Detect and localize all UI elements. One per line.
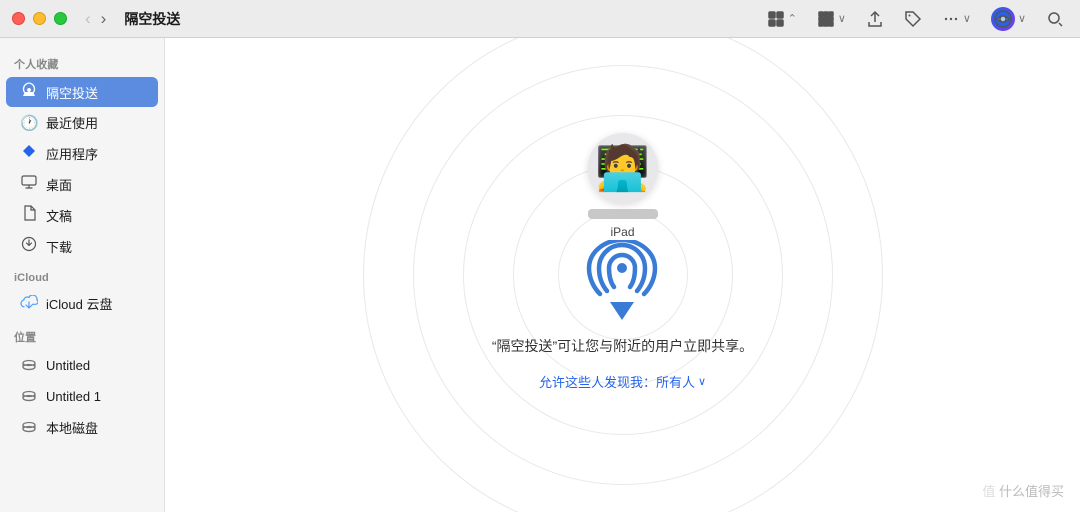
discover-label: 允许这些人发现我：所有人 (539, 372, 695, 391)
sidebar-item-documents[interactable]: 文稿 (6, 200, 158, 230)
sidebar-item-desktop-label: 桌面 (46, 175, 72, 194)
content-area: 🧑‍💻 iPad (165, 38, 1080, 512)
sidebar-item-downloads[interactable]: 下载 (6, 231, 158, 261)
drive-icon-1 (20, 355, 38, 375)
icloud-icon (20, 295, 38, 313)
user-globe-icon (994, 10, 1012, 28)
sidebar-item-icloud-label: iCloud 云盘 (46, 294, 112, 313)
device-name-redacted (588, 209, 658, 219)
view-options-button[interactable]: ∨ (813, 8, 850, 30)
downloads-icon (20, 236, 38, 256)
toolbar-actions: ⌃ ∨ (763, 5, 1068, 33)
avatar (991, 7, 1015, 31)
airdrop-icon-large (582, 240, 662, 320)
sidebar-item-airdrop[interactable]: 隔空投送 (6, 77, 158, 107)
search-button[interactable] (1042, 8, 1068, 30)
sidebar-item-localdisk-label: 本地磁盘 (46, 418, 98, 437)
sidebar-item-recents-label: 最近使用 (46, 113, 98, 132)
sidebar-item-untitled-label: Untitled (46, 358, 90, 373)
sidebar-item-recents[interactable]: 🕐 最近使用 (6, 108, 158, 137)
view-chevron-icon: ⌃ (788, 12, 797, 25)
nav-arrows: ‹ › (83, 10, 108, 27)
user-avatar-button[interactable]: ∨ (987, 5, 1030, 33)
watermark: 值 什么值得买 (982, 481, 1064, 500)
airdrop-description: “隔空投送”可让您与附近的用户立即共享。 (492, 336, 753, 356)
search-icon (1046, 10, 1064, 28)
tag-button[interactable] (900, 8, 926, 30)
sidebar-item-local-disk[interactable]: 本地磁盘 (6, 412, 158, 442)
sidebar-item-applications[interactable]: 应用程序 (6, 138, 158, 168)
share-icon (866, 10, 884, 28)
more-icon (942, 10, 960, 28)
window-title: 隔空投送 (124, 9, 762, 29)
view2-chevron-icon: ∨ (838, 12, 846, 25)
documents-icon (20, 205, 38, 225)
title-bar: ‹ › 隔空投送 ⌃ (0, 0, 1080, 38)
more-chevron-icon: ∨ (963, 12, 971, 25)
grid2-icon (817, 10, 835, 28)
drive-icon-2 (20, 386, 38, 406)
section-locations-label: 位置 (0, 319, 164, 349)
sidebar-item-docs-label: 文稿 (46, 206, 72, 225)
section-icloud-label: iCloud (0, 262, 164, 288)
close-button[interactable] (12, 12, 25, 25)
airdrop-icon (20, 82, 38, 102)
sidebar-item-downloads-label: 下载 (46, 237, 72, 256)
device-bubble: 🧑‍💻 iPad (588, 133, 658, 239)
discover-link[interactable]: 允许这些人发现我：所有人 ∨ (539, 372, 706, 391)
drive-icon-3 (20, 417, 38, 437)
sidebar-item-icloud-drive[interactable]: iCloud 云盘 (6, 289, 158, 318)
sidebar-item-airdrop-label: 隔空投送 (46, 83, 98, 102)
device-emoji: 🧑‍💻 (595, 142, 650, 194)
sidebar-item-untitled[interactable]: Untitled (6, 350, 158, 380)
traffic-lights (12, 12, 67, 25)
watermark-text: 什么值得买 (999, 484, 1064, 499)
section-favorites-label: 个人收藏 (0, 46, 164, 76)
center-content: “隔空投送”可让您与附近的用户立即共享。 允许这些人发现我：所有人 ∨ (492, 240, 753, 391)
desktop-icon (20, 174, 38, 194)
grid-icon (767, 10, 785, 28)
applications-icon (20, 143, 38, 163)
sidebar-item-untitled1[interactable]: Untitled 1 (6, 381, 158, 411)
fullscreen-button[interactable] (54, 12, 67, 25)
sidebar: 个人收藏 隔空投送 🕐 最近使用 应用程序 (0, 38, 165, 512)
watermark-prefix: 值 (982, 484, 999, 499)
discover-chevron-icon: ∨ (698, 375, 706, 388)
tag-icon (904, 10, 922, 28)
device-avatar: 🧑‍💻 (588, 133, 658, 203)
sidebar-item-desktop[interactable]: 桌面 (6, 169, 158, 199)
device-type-label: iPad (610, 225, 634, 239)
sidebar-item-untitled1-label: Untitled 1 (46, 389, 101, 404)
main-container: 个人收藏 隔空投送 🕐 最近使用 应用程序 (0, 38, 1080, 512)
recents-icon: 🕐 (20, 114, 38, 132)
avatar-chevron-icon: ∨ (1018, 12, 1026, 25)
minimize-button[interactable] (33, 12, 46, 25)
forward-button[interactable]: › (99, 10, 109, 27)
share-button[interactable] (862, 8, 888, 30)
view-toggle-button[interactable]: ⌃ (763, 8, 801, 30)
sidebar-item-apps-label: 应用程序 (46, 144, 98, 163)
more-button[interactable]: ∨ (938, 8, 975, 30)
back-button[interactable]: ‹ (83, 10, 93, 27)
